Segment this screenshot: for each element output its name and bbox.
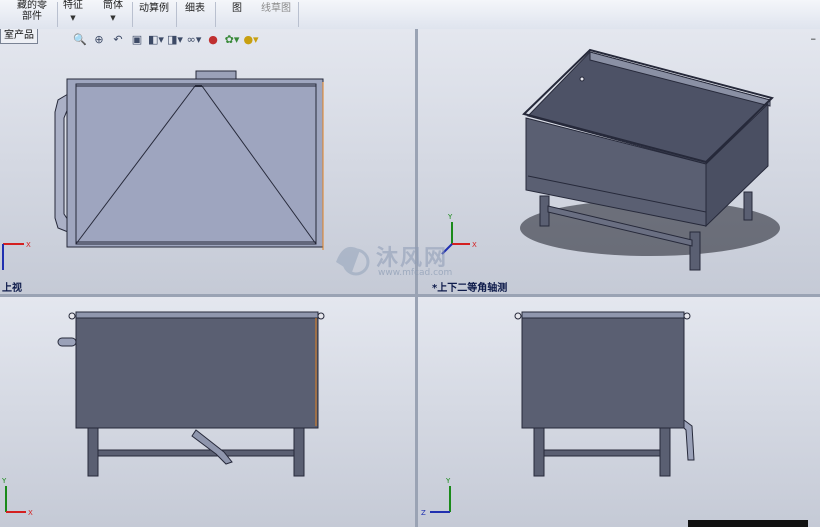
viewport-label-top: 上视 (2, 283, 22, 294)
tank-isometric-view (520, 48, 780, 271)
svg-text:Z: Z (421, 509, 426, 517)
svg-text:Y: Y (445, 477, 451, 485)
tank-right-view (514, 311, 695, 477)
axis-triad-top: X (2, 241, 31, 270)
svg-text:X: X (26, 241, 31, 249)
watermark-url: www.mfcad.com (378, 268, 453, 278)
svg-text:X: X (28, 509, 33, 517)
svg-text:Y: Y (1, 477, 7, 485)
svg-text:Y: Y (447, 213, 453, 221)
tank-top-view (54, 70, 324, 250)
status-overlay (688, 520, 808, 527)
tank-front-view (57, 311, 325, 477)
watermark: 沐风网 www.mfcad.com (330, 240, 490, 286)
axis-triad-front: Y X (1, 477, 33, 517)
axis-triad-right: Y Z (421, 477, 451, 517)
